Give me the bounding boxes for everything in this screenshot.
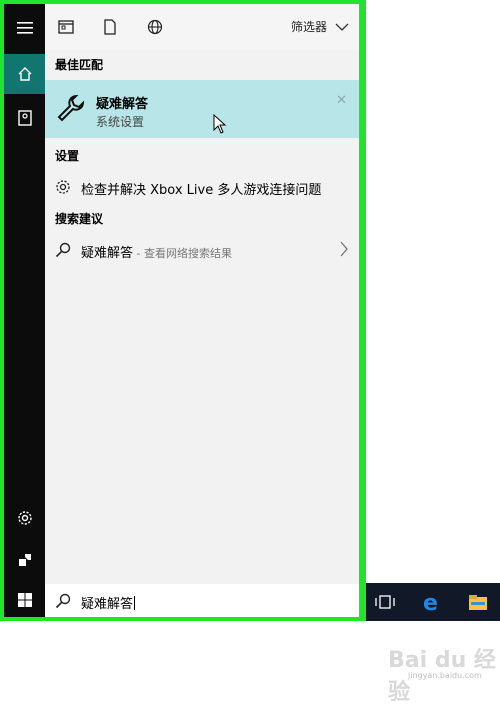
settings-result-xbox-live[interactable]: 检查并解决 Xbox Live 多人游戏连接问题	[45, 172, 359, 202]
gear-icon	[17, 511, 32, 525]
web-suggestion-item[interactable]: 疑难解答 - 查看网络搜索结果	[45, 235, 359, 265]
gear-icon	[54, 178, 72, 196]
home-icon	[18, 67, 31, 81]
baidu-watermark-url: jingyan.baidu.com	[408, 671, 482, 680]
settings-result-label: 检查并解决 Xbox Live 多人游戏连接问题	[81, 183, 322, 198]
task-view-icon	[375, 595, 395, 609]
chevron-down-icon	[335, 23, 349, 31]
mouse-pointer-icon	[213, 114, 227, 134]
best-match-result[interactable]: 疑难解答 系统设置 ✕	[45, 80, 359, 138]
close-icon[interactable]: ✕	[336, 93, 347, 108]
document-icon	[104, 19, 116, 35]
best-match-heading: 最佳匹配	[55, 58, 104, 72]
apps-filter-button[interactable]	[55, 16, 77, 38]
notebook-button[interactable]	[4, 98, 45, 138]
hamburger-icon	[16, 22, 33, 34]
web-filter-button[interactable]	[144, 16, 166, 38]
suggestion-detail: - 查看网络搜索结果	[133, 247, 232, 260]
search-results-pane: 筛选器 最佳匹配 疑难解答 系统设置 ✕ 设置 检查并解决 Xbox Live …	[45, 4, 359, 584]
suggestion-label: 疑难解答	[81, 246, 134, 261]
search-input-value: 疑难解答	[81, 597, 134, 612]
filter-dropdown[interactable]: 筛选器	[291, 18, 349, 35]
wrench-icon	[57, 94, 85, 122]
best-match-title: 疑难解答	[96, 97, 149, 112]
text-caret	[134, 596, 136, 610]
search-icon	[55, 593, 71, 609]
file-explorer-icon	[469, 595, 487, 610]
documents-filter-button[interactable]	[99, 16, 121, 38]
start-search-panel: 筛选器 最佳匹配 疑难解答 系统设置 ✕ 设置 检查并解决 Xbox Live …	[4, 4, 359, 617]
settings-button[interactable]	[4, 498, 45, 538]
chevron-right-icon	[340, 241, 348, 257]
feedback-icon	[18, 554, 31, 566]
edge-browser-button[interactable]: e	[415, 587, 449, 617]
globe-icon	[147, 19, 163, 35]
search-icon	[54, 241, 72, 259]
start-button[interactable]	[4, 582, 45, 617]
svg-text:e: e	[423, 591, 438, 613]
task-view-button[interactable]	[368, 587, 402, 617]
search-suggestions-heading: 搜索建议	[55, 212, 104, 226]
search-input[interactable]: 疑难解答	[45, 584, 359, 617]
notebook-icon	[17, 110, 32, 126]
taskbar: e	[366, 583, 500, 621]
hamburger-menu-button[interactable]	[4, 8, 45, 48]
edge-icon: e	[423, 591, 438, 613]
feedback-button[interactable]	[4, 540, 45, 580]
filter-label: 筛选器	[290, 20, 327, 34]
news-icon	[58, 20, 74, 34]
best-match-subtitle: 系统设置	[96, 115, 145, 129]
home-button[interactable]	[4, 54, 45, 94]
settings-heading: 设置	[55, 149, 80, 163]
windows-start-icon	[17, 592, 32, 607]
file-explorer-button[interactable]	[461, 587, 495, 617]
search-filter-bar: 筛选器	[45, 4, 359, 50]
left-navigation-bar	[4, 4, 45, 617]
